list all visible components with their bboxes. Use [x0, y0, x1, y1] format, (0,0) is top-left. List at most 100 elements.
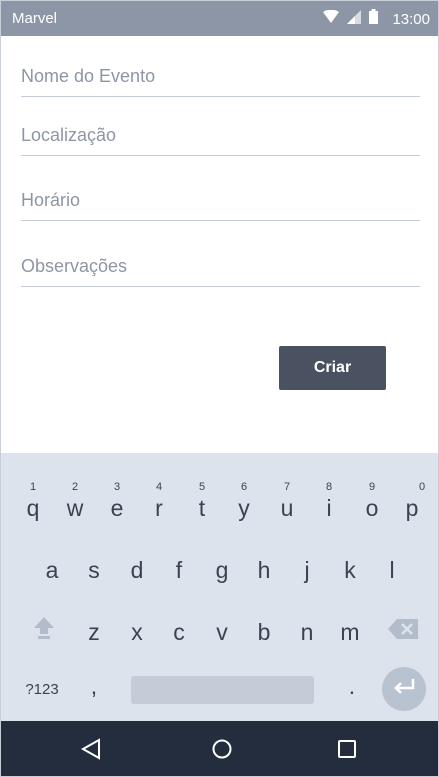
location-placeholder: Localização [21, 125, 117, 145]
key-hint: 9 [368, 481, 376, 493]
symbols-key[interactable]: ?123 [17, 673, 67, 707]
time-placeholder: Horário [21, 190, 81, 210]
key-label: d [130, 557, 144, 583]
key-label: t [198, 495, 206, 521]
event-name-field[interactable]: Nome do Evento [21, 56, 420, 97]
key-label: . [348, 673, 356, 699]
key-label: c [173, 619, 185, 645]
backspace-icon [388, 618, 418, 645]
key-m[interactable]: m [330, 603, 370, 653]
key-g[interactable]: g [202, 541, 242, 591]
key-r[interactable]: 4r [139, 479, 179, 529]
notes-placeholder: Observações [21, 256, 128, 276]
back-icon [80, 737, 101, 765]
shift-icon [34, 617, 54, 645]
key-label: u [280, 495, 294, 521]
key-label: a [45, 557, 59, 583]
time-field[interactable]: Horário [21, 181, 420, 221]
clock: 13:00 [392, 10, 430, 28]
key-y[interactable]: 6y [224, 479, 264, 529]
key-hint: 2 [71, 481, 79, 493]
backspace-key[interactable] [384, 605, 424, 655]
key-j[interactable]: j [287, 541, 327, 591]
key-label: w [66, 495, 84, 521]
key-label: f [175, 557, 183, 583]
key-label: g [215, 557, 229, 583]
key-u[interactable]: 7u [267, 479, 307, 529]
status-bar: Marvel 13:00 [1, 1, 438, 36]
key-label: m [340, 619, 360, 645]
key-h[interactable]: h [244, 541, 284, 591]
event-name-placeholder: Nome do Evento [21, 66, 156, 86]
key-a[interactable]: a [32, 541, 72, 591]
key-label: e [110, 495, 124, 521]
home-button[interactable] [209, 738, 235, 764]
carrier-name: Marvel [12, 10, 58, 27]
key-e[interactable]: 3e [97, 479, 137, 529]
comma-key[interactable]: , [74, 673, 114, 707]
key-b[interactable]: b [244, 603, 284, 653]
enter-icon [393, 678, 415, 700]
shift-key[interactable] [24, 605, 64, 655]
key-f[interactable]: f [159, 541, 199, 591]
key-label: x [131, 619, 143, 645]
app-screen: Marvel 13:00 Nome do Evento Localização … [0, 0, 439, 777]
key-x[interactable]: x [117, 603, 157, 653]
key-label: z [88, 619, 100, 645]
recents-button[interactable] [334, 738, 360, 764]
navigation-bar [1, 721, 438, 776]
home-icon [211, 738, 233, 765]
key-t[interactable]: 5t [182, 479, 222, 529]
key-label: n [300, 619, 314, 645]
key-d[interactable]: d [117, 541, 157, 591]
key-label: q [26, 495, 40, 521]
key-label: b [257, 619, 271, 645]
back-button[interactable] [78, 737, 104, 765]
soft-keyboard: 1q 2w 3e 4r 5t 6y 7u 8i 9o 0p a s d f g … [1, 453, 438, 721]
key-hint: 8 [325, 481, 333, 493]
key-label: v [216, 619, 228, 645]
key-hint: 0 [418, 481, 426, 493]
create-button[interactable]: Criar [279, 346, 386, 390]
key-hint: 3 [113, 481, 121, 493]
key-label: y [238, 495, 250, 521]
key-label: , [90, 673, 98, 699]
key-v[interactable]: v [202, 603, 242, 653]
key-label: p [405, 495, 419, 521]
key-q[interactable]: 1q [13, 479, 53, 529]
notes-field[interactable]: Observações [21, 246, 420, 287]
key-label: l [389, 557, 395, 583]
signal-icon [347, 9, 362, 29]
battery-icon [369, 9, 379, 29]
key-o[interactable]: 9o [352, 479, 392, 529]
recents-icon [337, 739, 357, 764]
key-label: k [344, 557, 356, 583]
key-label: i [326, 495, 332, 521]
key-hint: 4 [155, 481, 163, 493]
period-key[interactable]: . [332, 673, 372, 707]
key-label: ?123 [25, 681, 59, 698]
key-l[interactable]: l [372, 541, 412, 591]
key-hint: 7 [283, 481, 291, 493]
key-label: s [88, 557, 100, 583]
status-icons: 13:00 [323, 9, 430, 29]
key-i[interactable]: 8i [309, 479, 349, 529]
location-field[interactable]: Localização [21, 116, 420, 156]
key-label: j [304, 557, 310, 583]
wifi-icon [323, 9, 340, 29]
enter-key[interactable] [382, 667, 426, 711]
key-z[interactable]: z [74, 603, 114, 653]
key-label: r [155, 495, 163, 521]
key-hint: 1 [29, 481, 37, 493]
spacebar[interactable] [131, 676, 314, 704]
key-hint: 5 [198, 481, 206, 493]
key-p[interactable]: 0p [392, 479, 432, 529]
key-label: h [257, 557, 271, 583]
key-k[interactable]: k [330, 541, 370, 591]
key-w[interactable]: 2w [55, 479, 95, 529]
key-c[interactable]: c [159, 603, 199, 653]
key-label: o [365, 495, 379, 521]
key-hint: 6 [240, 481, 248, 493]
key-s[interactable]: s [74, 541, 114, 591]
key-n[interactable]: n [287, 603, 327, 653]
